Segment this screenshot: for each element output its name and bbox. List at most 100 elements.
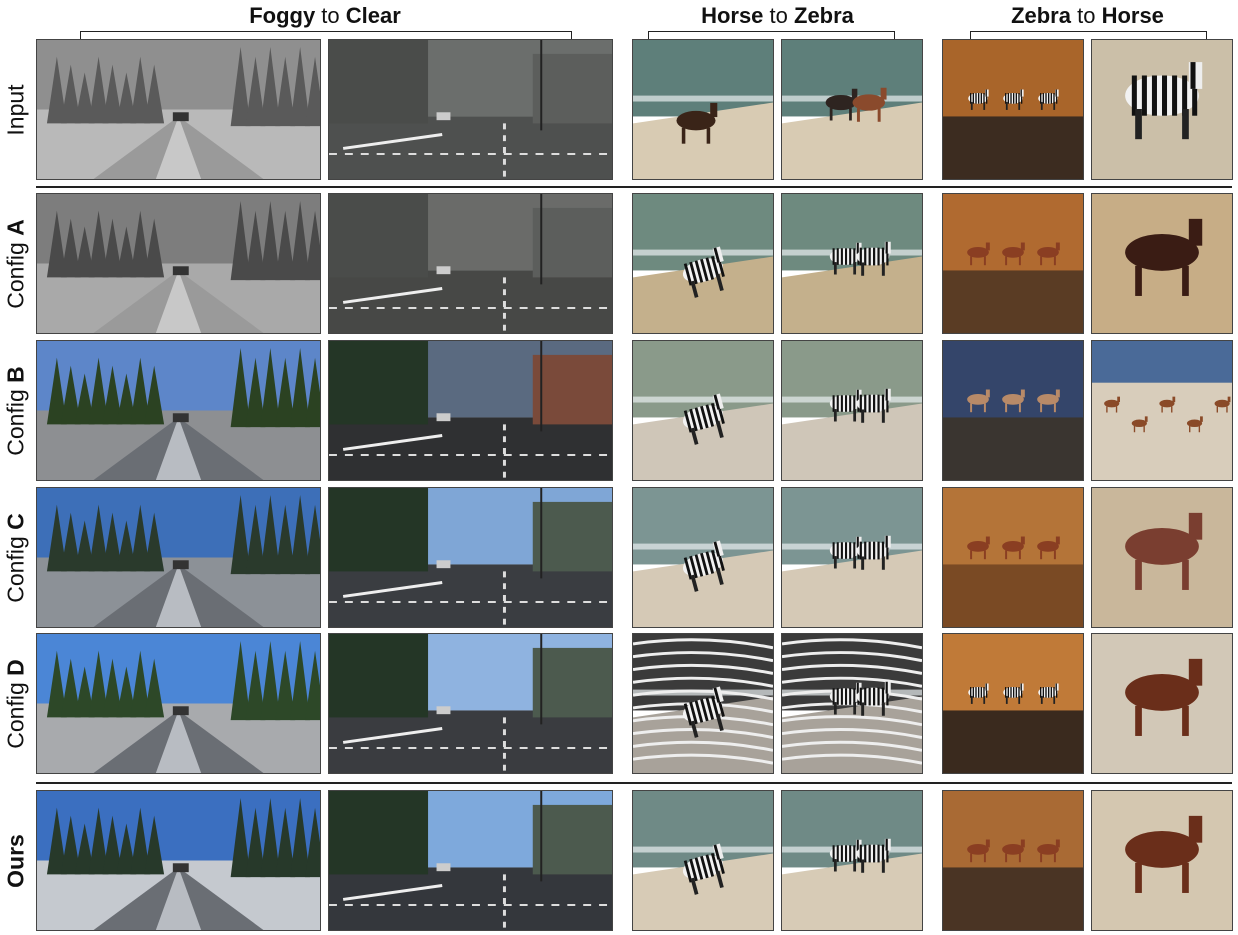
row-label-text: Config (2, 235, 29, 309)
savanna-herd-picture (943, 488, 1083, 627)
city-street-scene-picture (329, 634, 612, 773)
city-street-scene-image (328, 790, 613, 931)
snowy-road-scene-image (36, 193, 321, 334)
city-street-scene-picture (329, 40, 612, 179)
header-bracket (970, 31, 1207, 39)
header-target: Horse (1101, 3, 1164, 28)
city-street-scene-image (328, 193, 613, 334)
city-street-scene-image (328, 487, 613, 628)
row-label-bold: Ours (2, 833, 29, 888)
row-label-config-d: Config D (0, 633, 32, 774)
beach-standing-animals-image (781, 193, 923, 334)
row-label-bold: A (2, 218, 29, 236)
column-header-horse-to-zebra: Horse to Zebra (632, 2, 923, 39)
snowy-road-scene-picture (37, 194, 320, 333)
beach-standing-animals-picture (782, 341, 922, 480)
snowy-road-scene-image (36, 790, 321, 931)
savanna-herd-picture (943, 40, 1083, 179)
savanna-single-animal-picture (1092, 488, 1232, 627)
snowy-road-scene-image (36, 39, 321, 180)
beach-lying-animal-picture (633, 341, 773, 480)
savanna-herd-image (942, 487, 1084, 628)
beach-standing-animals-image (781, 790, 923, 931)
city-street-scene-picture (329, 194, 612, 333)
savanna-herd-picture (943, 341, 1083, 480)
beach-lying-animal-image (632, 790, 774, 931)
savanna-single-animal-picture (1092, 791, 1232, 930)
beach-standing-animals-picture (782, 40, 922, 179)
beach-lying-animal-image (632, 633, 774, 774)
header-to: to (763, 3, 794, 28)
header-bracket (648, 31, 895, 39)
header-source: Zebra (1011, 3, 1071, 28)
beach-standing-animals-image (781, 487, 923, 628)
row-label-input: Input (0, 39, 32, 180)
city-street-scene-picture (329, 488, 612, 627)
row-label-text: Config (2, 529, 29, 603)
beach-standing-animals-picture (782, 488, 922, 627)
savanna-herd-picture (943, 634, 1083, 773)
beach-lying-animal-image (632, 487, 774, 628)
beach-standing-animals-picture (782, 634, 922, 773)
column-header-foggy-to-clear: Foggy to Clear (36, 2, 614, 39)
savanna-herd-image (942, 633, 1084, 774)
row-label-bold: B (2, 365, 29, 383)
city-street-scene-image (328, 340, 613, 481)
savanna-single-animal-image (1091, 790, 1233, 931)
savanna-single-animal-image (1091, 487, 1233, 628)
beach-standing-animals-picture (782, 194, 922, 333)
beach-lying-animal-picture (633, 194, 773, 333)
savanna-single-animal-image (1091, 633, 1233, 774)
beach-lying-animal-image (632, 39, 774, 180)
beach-standing-animals-picture (782, 791, 922, 930)
savanna-single-animal-picture (1092, 40, 1232, 179)
row-label-config-a: Config A (0, 193, 32, 334)
snowy-road-scene-image (36, 340, 321, 481)
savanna-herd-picture (943, 194, 1083, 333)
savanna-single-animal-picture (1092, 341, 1232, 480)
city-street-scene-image (328, 39, 613, 180)
city-street-scene-image (328, 633, 613, 774)
row-label-text: Input (2, 83, 29, 136)
beach-standing-animals-image (781, 633, 923, 774)
snowy-road-scene-picture (37, 40, 320, 179)
beach-standing-animals-image (781, 340, 923, 481)
row-label-bold: D (2, 658, 29, 676)
row-label-text: Config (2, 382, 29, 456)
beach-lying-animal-picture (633, 40, 773, 179)
beach-lying-animal-picture (633, 634, 773, 773)
header-to: to (1070, 3, 1102, 28)
header-source: Foggy (249, 3, 316, 28)
column-header-zebra-to-horse: Zebra to Horse (942, 2, 1233, 39)
separator-line (36, 782, 1232, 784)
beach-standing-animals-image (781, 39, 923, 180)
savanna-single-animal-image (1091, 39, 1233, 180)
header-to: to (315, 3, 346, 28)
savanna-herd-image (942, 790, 1084, 931)
savanna-single-animal-picture (1092, 194, 1232, 333)
beach-lying-animal-picture (633, 488, 773, 627)
savanna-single-animal-image (1091, 340, 1233, 481)
header-bracket (80, 31, 572, 39)
snowy-road-scene-picture (37, 341, 320, 480)
snowy-road-scene-picture (37, 488, 320, 627)
snowy-road-scene-image (36, 487, 321, 628)
beach-lying-animal-picture (633, 791, 773, 930)
savanna-herd-image (942, 340, 1084, 481)
city-street-scene-picture (329, 341, 612, 480)
header-target: Zebra (794, 3, 854, 28)
separator-line (36, 186, 1232, 188)
row-label-bold: C (2, 512, 29, 530)
snowy-road-scene-picture (37, 791, 320, 930)
beach-lying-animal-image (632, 193, 774, 334)
header-source: Horse (701, 3, 764, 28)
savanna-single-animal-picture (1092, 634, 1232, 773)
header-target: Clear (345, 3, 401, 28)
savanna-herd-image (942, 193, 1084, 334)
snowy-road-scene-picture (37, 634, 320, 773)
row-label-text: Config (2, 675, 29, 749)
snowy-road-scene-image (36, 633, 321, 774)
savanna-single-animal-image (1091, 193, 1233, 334)
savanna-herd-image (942, 39, 1084, 180)
row-label-ours: Ours (0, 790, 32, 931)
